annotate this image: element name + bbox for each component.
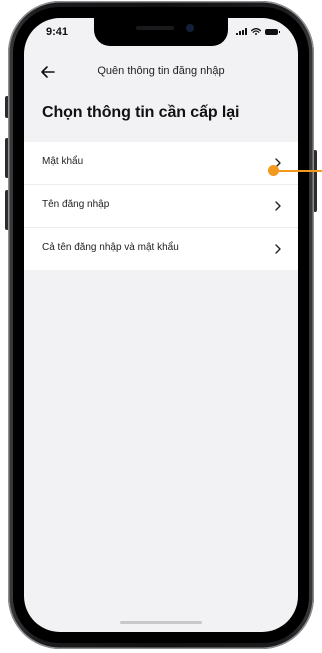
notch: [94, 18, 228, 46]
chevron-right-icon: [275, 201, 281, 211]
front-camera: [186, 24, 194, 32]
callout-dot: [268, 165, 279, 176]
option-label: Mật khẩu: [42, 156, 84, 167]
wifi-icon: [251, 28, 261, 35]
nav-header: Quên thông tin đăng nhập: [24, 58, 298, 86]
status-icons: [236, 28, 280, 35]
chevron-right-icon: [275, 244, 281, 254]
phone-screen: 9:41 Quên thông tin đăng nhập Chọn thông…: [24, 18, 298, 632]
option-username[interactable]: Tên đăng nhập: [24, 185, 298, 228]
option-label: Tên đăng nhập: [42, 199, 110, 210]
option-list: Mật khẩu Tên đăng nhập Cả tên đăng nhập …: [24, 142, 298, 270]
option-label: Cả tên đăng nhập và mật khẩu: [42, 242, 179, 253]
canvas: 9:41 Quên thông tin đăng nhập Chọn thông…: [0, 0, 322, 653]
speaker-grille: [136, 26, 174, 30]
option-password[interactable]: Mật khẩu: [24, 142, 298, 185]
callout-line: [278, 170, 322, 172]
page-title: Chọn thông tin cần cấp lại: [42, 104, 240, 121]
home-indicator: [120, 621, 202, 624]
signal-icon: [236, 28, 247, 35]
status-time: 9:41: [46, 26, 69, 38]
header-title: Quên thông tin đăng nhập: [97, 65, 225, 77]
option-username-and-password[interactable]: Cả tên đăng nhập và mật khẩu: [24, 228, 298, 270]
battery-icon: [265, 29, 280, 35]
